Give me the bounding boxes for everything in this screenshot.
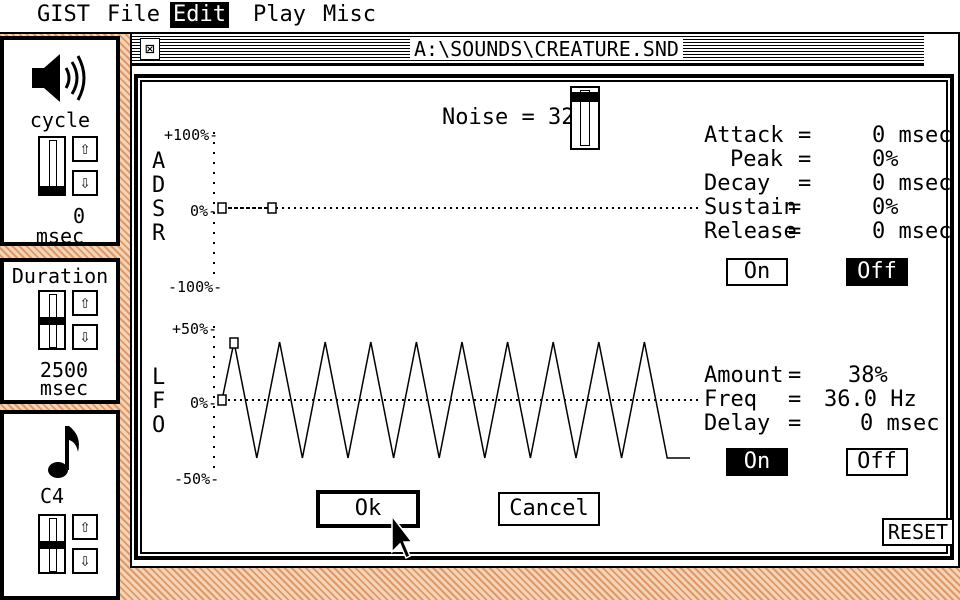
- music-note-icon: [48, 426, 79, 478]
- attack-equals: =: [798, 123, 812, 148]
- pitch-panel: C4 ⇧ ⇩: [0, 410, 120, 600]
- envelope-graphs[interactable]: [142, 82, 702, 502]
- window-title: A:\SOUNDS\CREATURE.SND: [410, 38, 683, 60]
- volume-down-arrow-icon[interactable]: ⇩: [72, 170, 98, 196]
- cancel-button[interactable]: Cancel: [498, 492, 600, 526]
- attack-value[interactable]: 0 msec: [872, 124, 951, 148]
- lfo-graph: [213, 326, 702, 476]
- pitch-label: C4: [39, 484, 65, 508]
- pitch-slider[interactable]: [38, 514, 66, 574]
- peak-value[interactable]: 0%: [872, 148, 899, 172]
- volume-panel: cycle ⇧ ⇩ 0 msec: [0, 36, 120, 246]
- amount-value[interactable]: 38%: [848, 364, 888, 388]
- release-value[interactable]: 0 msec: [872, 220, 951, 244]
- delay-label: Delay: [704, 411, 771, 436]
- adsr-handle-start: [217, 202, 227, 214]
- menu-play[interactable]: Play: [250, 2, 309, 28]
- volume-unit: msec: [35, 224, 85, 248]
- amount-label: Amount: [704, 363, 784, 388]
- duration-unit: msec: [39, 376, 89, 400]
- freq-label: Freq: [704, 387, 757, 412]
- delay-value[interactable]: 0 msec: [860, 412, 939, 436]
- lfo-handle-amount: [229, 337, 239, 349]
- release-label: Release: [704, 219, 797, 244]
- duration-panel: Duration ⇧ ⇩ 2500 msec: [0, 258, 120, 404]
- decay-label: Decay: [704, 171, 771, 196]
- delay-equals: =: [788, 411, 802, 436]
- adsr-on-button[interactable]: On: [726, 258, 788, 286]
- menu-gist[interactable]: GIST: [34, 2, 93, 28]
- duration-up-arrow-icon[interactable]: ⇧: [72, 290, 98, 316]
- adsr-handle-decay: [267, 202, 277, 214]
- menu-edit[interactable]: Edit: [170, 2, 229, 28]
- sustain-label: Sustain: [704, 195, 797, 220]
- amount-equals: =: [788, 363, 802, 388]
- duration-slider[interactable]: [38, 290, 66, 350]
- close-icon[interactable]: ⊠: [140, 38, 160, 60]
- attack-label: Attack: [704, 123, 784, 148]
- mouse-pointer-icon: [391, 514, 414, 560]
- sustain-equals: =: [788, 195, 802, 220]
- speaker-icon: [32, 54, 86, 102]
- menu-file[interactable]: File: [104, 2, 163, 28]
- adsr-off-button[interactable]: Off: [846, 258, 908, 286]
- menu-misc[interactable]: Misc: [320, 2, 379, 28]
- volume-slider[interactable]: [38, 136, 66, 196]
- pitch-up-arrow-icon[interactable]: ⇧: [72, 514, 98, 540]
- envelope-dialog: Noise = 32 A D S R +100%- 0%- -100%- L F…: [134, 74, 954, 560]
- release-equals: =: [788, 219, 802, 244]
- reset-button[interactable]: RESET: [882, 518, 954, 546]
- volume-up-arrow-icon[interactable]: ⇧: [72, 136, 98, 162]
- lfo-off-button[interactable]: Off: [846, 448, 908, 476]
- pitch-down-arrow-icon[interactable]: ⇩: [72, 548, 98, 574]
- sustain-value[interactable]: 0%: [872, 196, 899, 220]
- peak-label: Peak: [730, 147, 783, 172]
- lfo-on-button[interactable]: On: [726, 448, 788, 476]
- freq-equals: =: [788, 387, 802, 412]
- adsr-graph: [213, 132, 702, 282]
- decay-value[interactable]: 0 msec: [872, 172, 951, 196]
- lfo-handle-start: [217, 394, 227, 406]
- sound-editor-window: ⊠ A:\SOUNDS\CREATURE.SND Noise = 32 A D …: [130, 32, 960, 568]
- freq-value[interactable]: 36.0 Hz: [824, 388, 917, 412]
- peak-equals: =: [798, 147, 812, 172]
- menu-bar: GIST File Edit Play Misc: [0, 0, 960, 34]
- volume-label: cycle: [29, 108, 91, 132]
- decay-equals: =: [798, 171, 812, 196]
- duration-down-arrow-icon[interactable]: ⇩: [72, 324, 98, 350]
- window-title-bar[interactable]: ⊠ A:\SOUNDS\CREATURE.SND: [132, 34, 924, 66]
- duration-label: Duration: [11, 264, 109, 288]
